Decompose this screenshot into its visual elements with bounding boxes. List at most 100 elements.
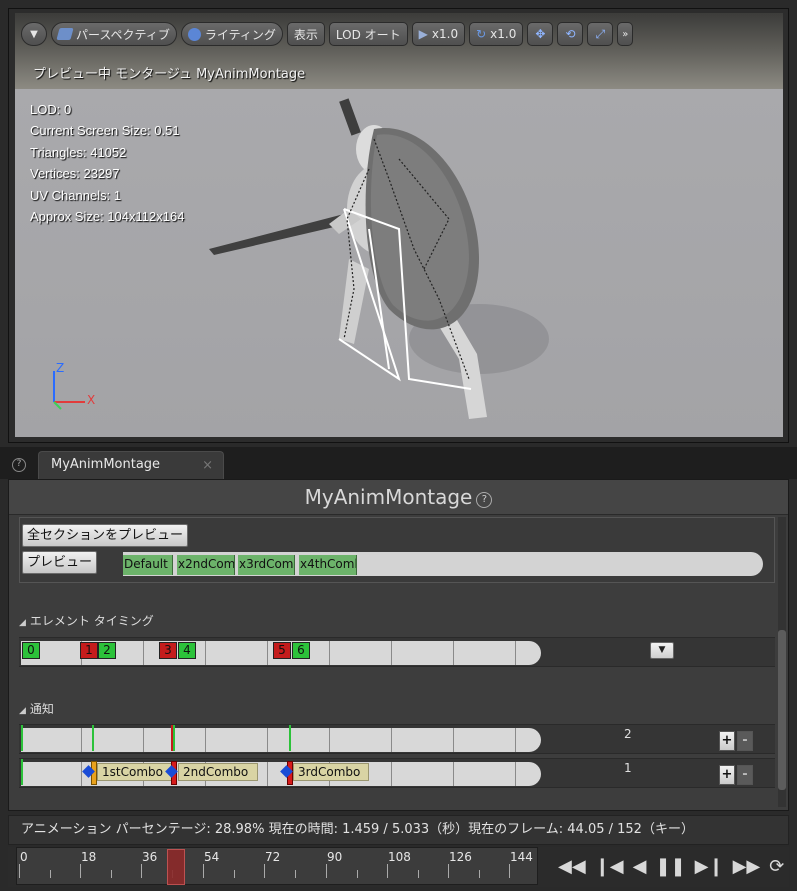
scrollbar-thumb[interactable] <box>778 630 786 790</box>
help-icon[interactable]: ? <box>12 458 26 472</box>
tick-mark <box>295 870 296 878</box>
tick-mark <box>50 870 51 878</box>
notify-item-3rd-combo[interactable]: 3rdCombo <box>293 763 369 781</box>
show-label: 表示 <box>293 27 318 42</box>
tick-mark <box>111 870 112 878</box>
skip-to-start-icon[interactable]: ◀◀ <box>558 853 586 881</box>
notify-header[interactable]: ◢ 通知 <box>19 700 54 717</box>
step-back-icon[interactable]: ❙◀ <box>595 853 624 881</box>
loop-icon[interactable]: ⟳ <box>769 853 784 881</box>
notify-item-1st-combo[interactable]: 1stCombo <box>97 763 175 781</box>
section-item-2nd-combo[interactable]: x2ndCombo <box>177 555 235 575</box>
stat-approx-size: Approx Size: 104x112x164 <box>30 209 185 225</box>
tick-label: 108 <box>388 850 411 864</box>
timing-badge[interactable]: 6 <box>292 642 310 659</box>
segment-divider <box>143 641 144 665</box>
scale-arrows-icon: ⤢ <box>595 26 606 41</box>
preview-button[interactable]: プレビュー <box>22 551 98 574</box>
preview-title: プレビュー中 モンタージュ MyAnimMontage <box>33 67 306 82</box>
timing-badge[interactable]: 3 <box>159 642 177 659</box>
tick-mark <box>80 864 81 878</box>
skip-to-end-icon[interactable]: ▶▶ <box>733 853 761 881</box>
lighting-button[interactable]: ライティング <box>180 22 283 46</box>
preview-all-sections-button[interactable]: 全セクションをプレビュー <box>22 524 189 547</box>
element-timing-label: エレメント タイミング <box>29 614 154 628</box>
tick-mark <box>479 870 480 878</box>
show-button[interactable]: 表示 <box>286 22 325 46</box>
notify-track-1: 1stCombo 2ndCombo 3rdCombo 1 + - <box>19 758 775 788</box>
timing-badge[interactable]: 0 <box>22 642 40 659</box>
double-chevron-icon: » <box>622 28 629 40</box>
stat-screen-size: Current Screen Size: 0.51 <box>30 123 180 139</box>
overflow-menu-button[interactable]: » <box>617 22 634 46</box>
help-icon[interactable]: ? <box>476 492 493 508</box>
notify-track-2: 2 + - <box>19 724 775 754</box>
add-track-button[interactable]: + <box>719 765 735 785</box>
segment-divider <box>143 728 144 752</box>
segment-divider <box>267 641 268 665</box>
lod-button[interactable]: LOD オート <box>328 22 408 46</box>
segment-divider <box>205 641 206 665</box>
tick-mark <box>203 864 204 878</box>
perspective-button[interactable]: パースペクティブ <box>51 22 177 46</box>
tab-anim-montage[interactable]: MyAnimMontage × <box>38 451 224 479</box>
segment-divider <box>453 641 454 665</box>
remove-track-button[interactable]: - <box>737 731 753 751</box>
play-speed-button[interactable]: ▶ x1.0 <box>411 22 466 46</box>
step-forward-icon[interactable]: ▶❙ <box>695 853 724 881</box>
section-item-4th-combo[interactable]: x4thCombo <box>299 555 357 575</box>
segment-divider <box>81 762 82 786</box>
timing-badge[interactable]: 1 <box>80 642 98 659</box>
tick-mark <box>387 864 388 878</box>
timing-badge[interactable]: 5 <box>273 642 291 659</box>
section-marker-line <box>289 725 291 751</box>
collapse-triangle-icon: ◢ <box>19 706 26 716</box>
tick-mark <box>418 870 419 878</box>
segment-divider <box>453 728 454 752</box>
rotate-speed-button[interactable]: ↻ x1.0 <box>469 22 524 46</box>
lighting-label: ライティング <box>204 27 276 42</box>
perspective-cube-icon <box>56 28 74 40</box>
timing-dropdown-button[interactable]: ▼ <box>650 642 674 659</box>
section-marker-line <box>21 759 23 785</box>
section-item-3rd-combo[interactable]: x3rdCombo <box>238 555 295 575</box>
timeline-ruler[interactable]: 0 18 36 54 72 90 108 126 144 <box>16 847 538 885</box>
segment-divider <box>81 728 82 752</box>
playhead-scrubber[interactable] <box>167 849 185 885</box>
element-timing-header[interactable]: ◢ エレメント タイミング <box>19 612 154 629</box>
rotate-mode-button[interactable]: ⟲ <box>557 22 584 46</box>
section-item-default[interactable]: Default <box>123 555 173 575</box>
remove-track-button[interactable]: - <box>737 765 753 785</box>
notify-item-2nd-combo[interactable]: 2ndCombo <box>178 763 258 781</box>
play-reverse-icon[interactable]: ◀ <box>633 853 647 881</box>
montage-panel: MyAnimMontage? 全セクションをプレビュー プレビュー Defaul… <box>8 479 789 811</box>
notify-segments[interactable] <box>21 728 541 752</box>
rotate-mode-icon: ⟲ <box>565 27 576 41</box>
animation-status: アニメーション パーセンテージ: 28.98% 現在の時間: 1.459 / 5… <box>8 815 789 845</box>
segment-divider <box>515 641 516 665</box>
section-marker-line <box>92 725 94 751</box>
play-speed-label: x1.0 <box>431 27 459 41</box>
rotate-icon: ↻ <box>476 27 487 41</box>
perspective-label: パースペクティブ <box>76 27 170 42</box>
stat-triangles: Triangles: 41052 <box>30 144 127 160</box>
tab-label: MyAnimMontage <box>51 457 161 472</box>
close-icon[interactable]: × <box>202 458 213 473</box>
timing-badge[interactable]: 2 <box>98 642 116 659</box>
tick-mark <box>326 864 327 878</box>
tick-mark <box>264 864 265 878</box>
viewport-options-button[interactable]: ▼ <box>21 22 47 46</box>
translate-mode-button[interactable]: ✥ <box>527 22 554 46</box>
preview-viewport[interactable]: Z X ▼ パースペクティブ ライティング 表示 LOD オート ▶ x1.0 … <box>8 8 789 443</box>
add-track-button[interactable]: + <box>719 731 735 751</box>
segment-divider <box>391 762 392 786</box>
timing-badge[interactable]: 4 <box>178 642 196 659</box>
play-icon: ▶ <box>418 27 428 41</box>
scale-mode-button[interactable]: ⤢ <box>587 22 614 46</box>
notify-track-number: 1 <box>624 761 632 775</box>
tick-label: 126 <box>449 850 472 864</box>
stat-uv-channels: UV Channels: 1 <box>30 187 122 203</box>
collapse-triangle-icon: ◢ <box>19 618 26 628</box>
pause-icon[interactable]: ❚❚ <box>655 853 685 881</box>
section-marker-line <box>173 725 175 751</box>
